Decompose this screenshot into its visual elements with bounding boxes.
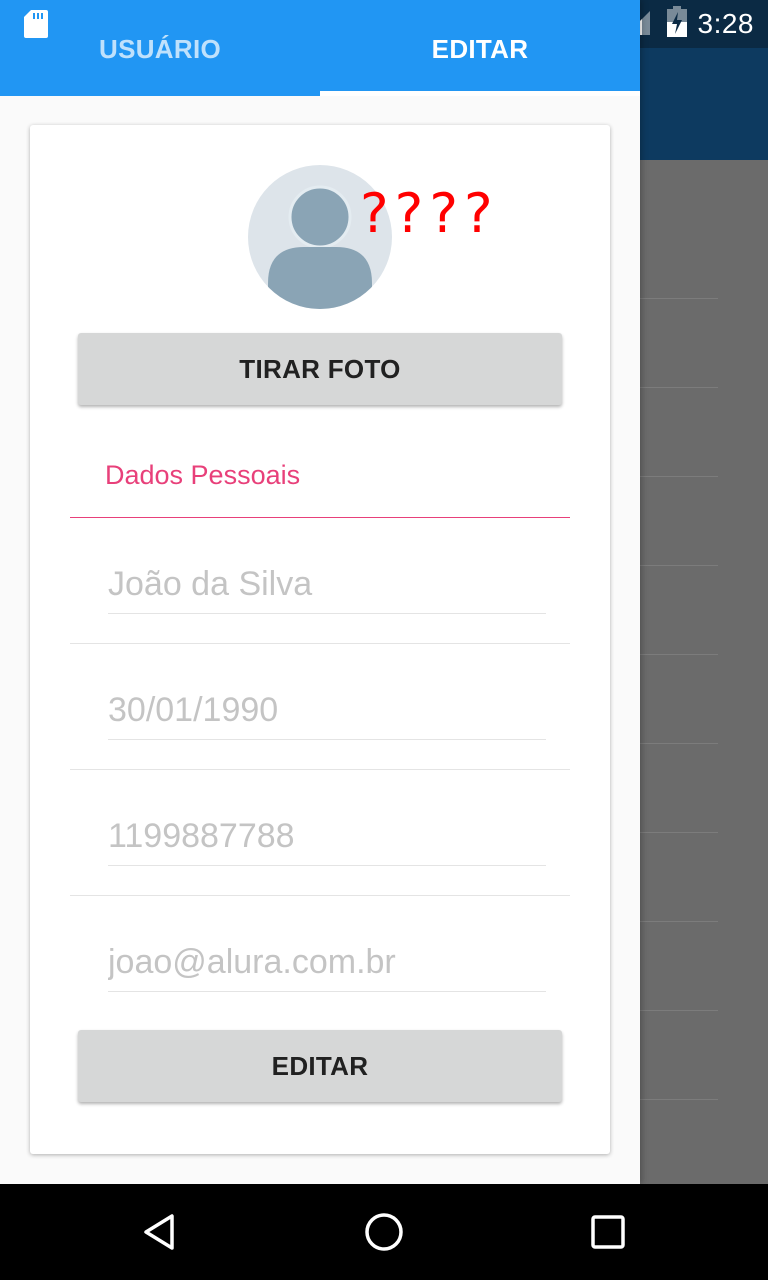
status-time: 3:28 [697, 8, 754, 39]
take-photo-button[interactable]: TIRAR FOTO [78, 333, 562, 405]
background-list-divider [640, 1010, 718, 1011]
name-field-container [108, 555, 546, 615]
back-icon [144, 1214, 174, 1250]
back-button[interactable] [136, 1208, 184, 1256]
background-list-divider [640, 387, 718, 388]
phone-field[interactable] [108, 807, 546, 866]
background-list-divider [640, 476, 718, 477]
background-list-divider [640, 832, 718, 833]
navigation-drawer: USUÁRIO EDITAR ???? TIRAR FOTO Dados Pes… [0, 0, 640, 1184]
tab-editar[interactable]: EDITAR [320, 0, 640, 96]
battery-icon [666, 5, 688, 43]
birth-date-field[interactable] [108, 681, 546, 740]
home-button[interactable] [360, 1208, 408, 1256]
field-separator [70, 769, 570, 770]
field-separator [70, 643, 570, 644]
navigation-bar [0, 1184, 768, 1280]
edit-button[interactable]: EDITAR [78, 1030, 562, 1102]
profile-card: ???? TIRAR FOTO Dados Pessoais EDITAR [30, 125, 610, 1154]
background-list-divider [640, 743, 718, 744]
background-list-divider [640, 1099, 718, 1100]
tab-usuario[interactable]: USUÁRIO [0, 0, 320, 96]
birth-date-field-container [108, 681, 546, 741]
tab-bar: USUÁRIO EDITAR [0, 0, 640, 96]
phone-field-container [108, 807, 546, 867]
email-field[interactable] [108, 933, 546, 992]
background-list-divider [640, 654, 718, 655]
section-title-personal-data: Dados Pessoais [105, 460, 301, 490]
background-list-divider [640, 565, 718, 566]
recents-icon [591, 1215, 625, 1249]
field-separator [70, 895, 570, 896]
background-list-divider [640, 298, 718, 299]
tab-indicator [320, 91, 640, 96]
section-divider [70, 517, 570, 518]
recents-button[interactable] [584, 1208, 632, 1256]
email-field-container [108, 933, 546, 993]
unknown-marker-text: ???? [360, 182, 499, 245]
background-list-divider [640, 921, 718, 922]
home-icon [365, 1213, 403, 1251]
sd-card-icon [24, 10, 48, 38]
name-field[interactable] [108, 555, 546, 614]
